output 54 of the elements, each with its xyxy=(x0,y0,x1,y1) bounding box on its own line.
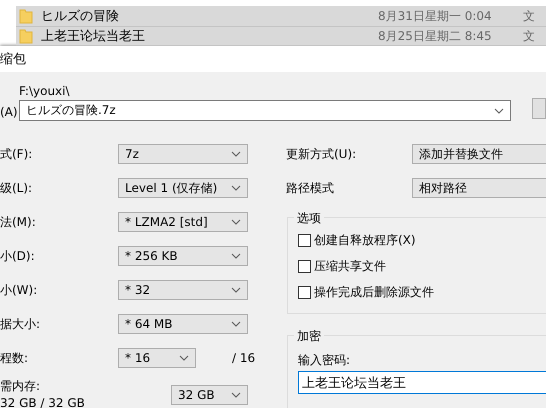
archive-combo[interactable]: ヒルズの冒険.7z xyxy=(18,100,511,121)
chevron-down-icon xyxy=(231,287,241,293)
folder-icon xyxy=(19,8,33,24)
file-date: 8月25日星期二 8:45 xyxy=(378,28,493,44)
checkbox-label: 操作完成后删除源文件 xyxy=(314,284,434,300)
setting-combo[interactable]: 添加并替换文件 xyxy=(412,144,546,164)
chevron-down-icon xyxy=(231,253,241,259)
memory-reading: 32 GB / 32 GB xyxy=(0,395,86,408)
chevron-down-icon xyxy=(179,355,189,361)
setting-label: 据大小: xyxy=(0,316,42,332)
dialog-title: 缩包 xyxy=(0,51,26,68)
memory-combo[interactable]: 32 GB xyxy=(171,385,248,405)
setting-label: 更新方式(U): xyxy=(286,146,358,162)
setting-combo[interactable]: * LZMA2 [std] xyxy=(118,212,248,232)
setting-label: 程数: xyxy=(0,350,30,366)
threads-combo[interactable]: * 16 xyxy=(118,348,196,368)
chevron-down-icon xyxy=(231,321,241,327)
file-name: 上老王论坛当老王 xyxy=(41,28,146,45)
setting-combo[interactable]: * 256 KB xyxy=(118,246,248,266)
memory-label: 需内存: xyxy=(0,378,42,395)
folder-path: F:\youxi\ xyxy=(18,84,71,98)
chevron-down-icon xyxy=(494,108,504,114)
setting-combo[interactable]: Level 1 (仅存储) xyxy=(118,178,248,198)
password-field[interactable]: 上老王论坛当老王 xyxy=(298,371,546,394)
setting-combo[interactable]: 7z xyxy=(118,144,248,164)
password-label: 输入密码: xyxy=(298,352,352,369)
folder-icon xyxy=(19,28,33,44)
checkbox[interactable] xyxy=(298,260,311,272)
setting-label: 小(W): xyxy=(0,282,38,298)
chevron-down-icon xyxy=(231,151,241,157)
setting-label: 级(L): xyxy=(0,180,34,196)
chevron-down-icon xyxy=(231,219,241,225)
file-row[interactable]: 上老王论坛当老王 8月25日星期二 8:45 文 xyxy=(16,27,546,46)
setting-combo[interactable]: * 32 xyxy=(118,280,248,300)
thread-max: / 16 xyxy=(232,351,256,365)
archive-label: (A) xyxy=(0,105,19,119)
setting-label: 式(F): xyxy=(0,146,34,162)
setting-label: 路径模式 xyxy=(286,180,335,196)
setting-label: 小(D): xyxy=(0,248,36,264)
chevron-down-icon xyxy=(231,392,241,398)
group-title: 选项 xyxy=(294,210,324,227)
file-row[interactable]: ヒルズの冒険 8月31日星期一 0:04 文 xyxy=(16,6,546,27)
file-date: 8月31日星期一 0:04 xyxy=(378,8,493,24)
setting-combo[interactable]: * 64 MB xyxy=(118,314,248,334)
file-name: ヒルズの冒険 xyxy=(41,8,120,25)
setting-combo[interactable]: 相对路径 xyxy=(412,178,546,198)
file-type: 文 xyxy=(523,8,535,24)
checkbox-label: 创建自释放程序(X) xyxy=(314,232,416,248)
file-type: 文 xyxy=(523,28,535,44)
setting-label: 法(M): xyxy=(0,214,37,230)
checkbox-label: 压缩共享文件 xyxy=(314,258,386,274)
chevron-down-icon xyxy=(231,185,241,191)
checkbox[interactable] xyxy=(298,234,311,246)
checkbox[interactable] xyxy=(298,286,311,298)
